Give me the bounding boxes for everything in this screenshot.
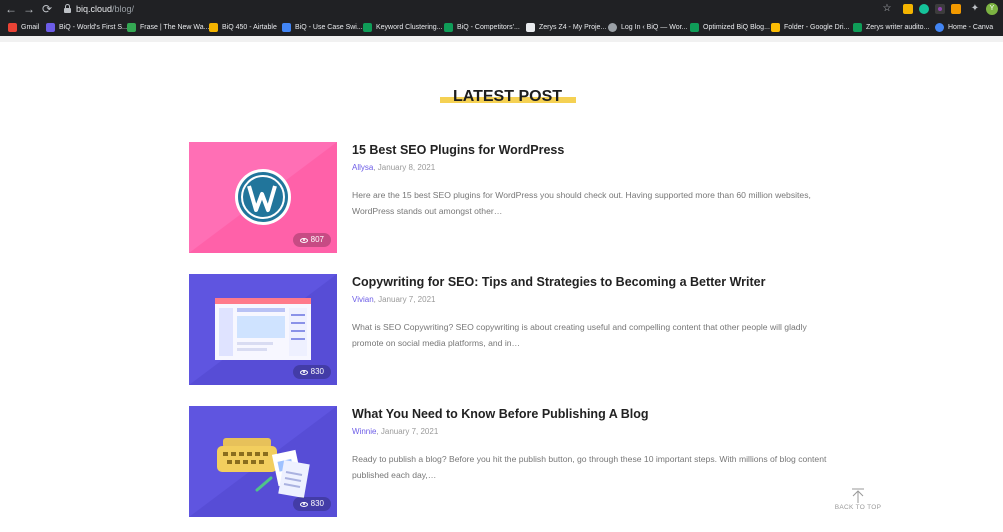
- post-meta: Vivian, January 7, 2021: [352, 295, 435, 304]
- airtable-icon: [209, 23, 218, 32]
- post-card: 807 15 Best SEO Plugins for WordPress Al…: [189, 142, 839, 254]
- bookmark-item[interactable]: Zerys Z4 - My Proje...: [526, 21, 606, 34]
- bookmark-item[interactable]: Frase | The New Wa...: [127, 21, 210, 34]
- post-excerpt: What is SEO Copywriting? SEO copywriting…: [352, 322, 807, 348]
- eye-icon: [299, 237, 308, 243]
- post-card: 830 What You Need to Know Before Publish…: [189, 406, 839, 518]
- eye-icon: [299, 369, 308, 375]
- extension-dot-icon[interactable]: [935, 4, 945, 14]
- post-thumbnail[interactable]: 830: [189, 406, 337, 517]
- back-arrow-icon[interactable]: ←: [4, 2, 18, 16]
- browser-toolbar: ← → ⟳ biq.cloud/blog/ ☆ ✦ Y: [0, 0, 1003, 19]
- bookmark-item[interactable]: Gmail: [8, 21, 39, 34]
- bookmark-item[interactable]: Zerys writer audito...: [853, 21, 929, 34]
- forward-arrow-icon[interactable]: →: [22, 2, 36, 16]
- docs-icon: [282, 23, 291, 32]
- post-title-link[interactable]: Copywriting for SEO: Tips and Strategies…: [352, 275, 766, 289]
- bookmark-item[interactable]: Keyword Clustering...: [363, 21, 443, 34]
- bookmark-item[interactable]: BiQ - Competitors'...: [444, 21, 520, 34]
- post-title-link[interactable]: 15 Best SEO Plugins for WordPress: [352, 143, 564, 157]
- lock-icon: [64, 4, 71, 13]
- post-excerpt: Ready to publish a blog? Before you hit …: [352, 454, 827, 480]
- bookmark-item[interactable]: Optimized BiQ Blog...: [690, 21, 770, 34]
- zerys-icon: [526, 23, 535, 32]
- sheets-icon: [690, 23, 699, 32]
- sheets-icon: [363, 23, 372, 32]
- post-date: , January 8, 2021: [373, 163, 436, 172]
- post-excerpt: Here are the 15 best SEO plugins for Wor…: [352, 190, 811, 216]
- section-title: LATEST POST: [452, 88, 563, 105]
- bookmark-item[interactable]: BiQ - World's First S...: [46, 21, 128, 34]
- view-count-badge: 830: [292, 497, 331, 511]
- gmail-icon: [8, 23, 17, 32]
- frase-icon: [127, 23, 136, 32]
- bookmark-item[interactable]: Log In ‹ BiQ — Wor...: [608, 21, 687, 34]
- url-text: biq.cloud/blog/: [76, 4, 135, 14]
- post-thumbnail[interactable]: 830: [189, 274, 337, 385]
- post-date: , January 7, 2021: [376, 427, 439, 436]
- canva-icon: [935, 23, 944, 32]
- reload-icon[interactable]: ⟳: [40, 2, 54, 16]
- view-count-badge: 807: [292, 233, 331, 247]
- back-to-top-label: BACK TO TOP: [834, 504, 882, 511]
- bookmark-star-icon[interactable]: ☆: [880, 2, 894, 16]
- sheets-icon: [853, 23, 862, 32]
- author-link[interactable]: Allysa: [352, 163, 373, 172]
- page-top-divider: [0, 36, 1003, 42]
- back-to-top-button[interactable]: BACK TO TOP: [830, 488, 886, 511]
- bookmark-item[interactable]: Folder - Google Dri...: [771, 21, 849, 34]
- author-link[interactable]: Vivian: [352, 295, 374, 304]
- address-bar[interactable]: biq.cloud/blog/: [60, 2, 880, 16]
- wordpress-icon: [608, 23, 617, 32]
- post-meta: Allysa, January 8, 2021: [352, 163, 435, 172]
- arrow-up-icon: [852, 488, 864, 503]
- bookmark-item[interactable]: BiQ 450 - Airtable: [209, 21, 277, 34]
- view-count-badge: 830: [292, 365, 331, 379]
- post-meta: Winnie, January 7, 2021: [352, 427, 438, 436]
- bookmark-item[interactable]: BiQ - Use Case Swi...: [282, 21, 363, 34]
- bookmarks-bar: Gmail BiQ - World's First S... Frase | T…: [0, 19, 1003, 36]
- extensions-puzzle-icon[interactable]: ✦: [968, 2, 982, 16]
- post-card: 830 Copywriting for SEO: Tips and Strate…: [189, 274, 839, 386]
- sheets-icon: [444, 23, 453, 32]
- extension-notes-icon[interactable]: [903, 4, 913, 14]
- bookmark-item[interactable]: Home - Canva: [935, 21, 993, 34]
- post-date: , January 7, 2021: [373, 295, 436, 304]
- google-drive-icon: [771, 23, 780, 32]
- extension-grammarly-icon[interactable]: [919, 4, 929, 14]
- extension-mail-icon[interactable]: [951, 4, 961, 14]
- profile-avatar[interactable]: Y: [986, 3, 998, 15]
- biq-icon: [46, 23, 55, 32]
- eye-icon: [299, 501, 308, 507]
- author-link[interactable]: Winnie: [352, 427, 376, 436]
- post-thumbnail[interactable]: 807: [189, 142, 337, 253]
- post-title-link[interactable]: What You Need to Know Before Publishing …: [352, 407, 649, 421]
